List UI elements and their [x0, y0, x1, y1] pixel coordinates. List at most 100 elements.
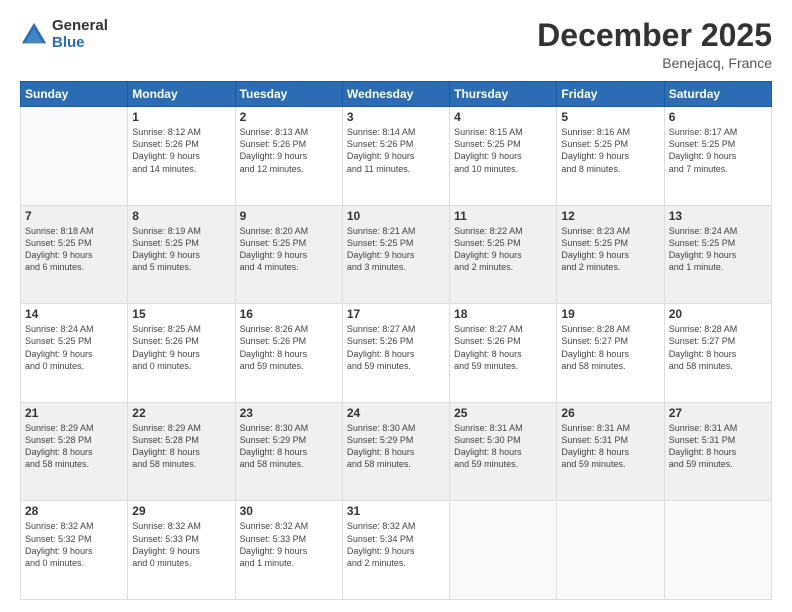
title-area: December 2025 Benejacq, France [537, 18, 772, 71]
daylight-hours: Daylight: 9 hours [454, 150, 552, 162]
header: General Blue December 2025 Benejacq, Fra… [20, 18, 772, 71]
day-info: Sunrise: 8:29 AMSunset: 5:28 PMDaylight:… [25, 422, 123, 471]
day-number: 4 [454, 110, 552, 124]
day-number: 16 [240, 307, 338, 321]
day-number: 18 [454, 307, 552, 321]
day-number: 21 [25, 406, 123, 420]
daylight-hours: Daylight: 9 hours [132, 545, 230, 557]
table-row: 17Sunrise: 8:27 AMSunset: 5:26 PMDayligh… [342, 304, 449, 403]
day-info: Sunrise: 8:27 AMSunset: 5:26 PMDaylight:… [347, 323, 445, 372]
daylight-hours: Daylight: 8 hours [669, 348, 767, 360]
day-info: Sunrise: 8:32 AMSunset: 5:32 PMDaylight:… [25, 520, 123, 569]
table-row: 25Sunrise: 8:31 AMSunset: 5:30 PMDayligh… [450, 402, 557, 501]
sunrise-text: Sunrise: 8:29 AM [25, 422, 123, 434]
sunset-text: Sunset: 5:26 PM [240, 335, 338, 347]
daylight-minutes: and 4 minutes. [240, 261, 338, 273]
day-number: 15 [132, 307, 230, 321]
table-row: 21 Sunrise: 8:29 AMSunset: 5:28 PMDayligh… [21, 402, 128, 501]
table-row: 27Sunrise: 8:31 AMSunset: 5:31 PMDayligh… [664, 402, 771, 501]
sunset-text: Sunset: 5:33 PM [240, 533, 338, 545]
table-row: 20 Sunrise: 8:28 AMSunset: 5:27 PMDayligh… [664, 304, 771, 403]
day-info: Sunrise: 8:28 AMSunset: 5:27 PMDaylight:… [561, 323, 659, 372]
day-info: Sunrise: 8:27 AMSunset: 5:26 PMDaylight:… [454, 323, 552, 372]
table-row: 16Sunrise: 8:26 AMSunset: 5:26 PMDayligh… [235, 304, 342, 403]
table-row: 18 Sunrise: 8:27 AMSunset: 5:26 PMDayligh… [450, 304, 557, 403]
sunset-text: Sunset: 5:33 PM [132, 533, 230, 545]
table-row: 6Sunrise: 8:17 AMSunset: 5:25 PMDaylight… [664, 107, 771, 206]
day-number: 14 [25, 307, 123, 321]
day-number: 20 [669, 307, 767, 321]
day-info: Sunrise: 8:25 AMSunset: 5:26 PMDaylight:… [132, 323, 230, 372]
daylight-minutes: and 7 minutes. [669, 163, 767, 175]
daylight-minutes: and 0 minutes. [132, 360, 230, 372]
sunset-text: Sunset: 5:27 PM [561, 335, 659, 347]
day-info: Sunrise: 8:23 AMSunset: 5:25 PMDaylight:… [561, 225, 659, 274]
day-number: 29 [132, 504, 230, 518]
daylight-minutes: and 58 minutes. [347, 458, 445, 470]
day-info: Sunrise: 8:15 AMSunset: 5:25 PMDaylight:… [454, 126, 552, 175]
day-number: 30 [240, 504, 338, 518]
daylight-minutes: and 10 minutes. [454, 163, 552, 175]
daylight-minutes: and 1 minute. [240, 557, 338, 569]
sunrise-text: Sunrise: 8:31 AM [669, 422, 767, 434]
table-row: 10Sunrise: 8:21 AMSunset: 5:25 PMDayligh… [342, 205, 449, 304]
daylight-hours: Daylight: 9 hours [347, 249, 445, 261]
day-info: Sunrise: 8:24 AMSunset: 5:25 PMDaylight:… [25, 323, 123, 372]
sunrise-text: Sunrise: 8:19 AM [132, 225, 230, 237]
sunrise-text: Sunrise: 8:30 AM [240, 422, 338, 434]
month-title: December 2025 [537, 18, 772, 53]
day-info: Sunrise: 8:12 AMSunset: 5:26 PMDaylight:… [132, 126, 230, 175]
logo-icon [20, 21, 48, 49]
calendar-table: Sunday Monday Tuesday Wednesday Thursday… [20, 81, 772, 600]
table-row: 4 Sunrise: 8:15 AMSunset: 5:25 PMDaylight… [450, 107, 557, 206]
sunset-text: Sunset: 5:26 PM [240, 138, 338, 150]
daylight-hours: Daylight: 8 hours [240, 446, 338, 458]
sunrise-text: Sunrise: 8:13 AM [240, 126, 338, 138]
logo-blue-text: Blue [52, 35, 108, 52]
sunset-text: Sunset: 5:26 PM [132, 138, 230, 150]
daylight-hours: Daylight: 8 hours [669, 446, 767, 458]
sunset-text: Sunset: 5:25 PM [132, 237, 230, 249]
table-row: 7Sunrise: 8:18 AMSunset: 5:25 PMDaylight… [21, 205, 128, 304]
day-info: Sunrise: 8:28 AMSunset: 5:27 PMDaylight:… [669, 323, 767, 372]
sunset-text: Sunset: 5:28 PM [132, 434, 230, 446]
daylight-minutes: and 0 minutes. [25, 360, 123, 372]
daylight-minutes: and 59 minutes. [240, 360, 338, 372]
col-wednesday: Wednesday [342, 82, 449, 107]
table-row [21, 107, 128, 206]
calendar-week-row: 28Sunrise: 8:32 AMSunset: 5:32 PMDayligh… [21, 501, 772, 600]
daylight-hours: Daylight: 9 hours [347, 545, 445, 557]
table-row: 30Sunrise: 8:32 AMSunset: 5:33 PMDayligh… [235, 501, 342, 600]
sunset-text: Sunset: 5:25 PM [669, 237, 767, 249]
daylight-minutes: and 58 minutes. [25, 458, 123, 470]
calendar-week-row: 14 Sunrise: 8:24 AMSunset: 5:25 PMDayligh… [21, 304, 772, 403]
day-info: Sunrise: 8:13 AMSunset: 5:26 PMDaylight:… [240, 126, 338, 175]
day-info: Sunrise: 8:16 AMSunset: 5:25 PMDaylight:… [561, 126, 659, 175]
sunrise-text: Sunrise: 8:25 AM [132, 323, 230, 335]
col-sunday: Sunday [21, 82, 128, 107]
table-row: 11Sunrise: 8:22 AMSunset: 5:25 PMDayligh… [450, 205, 557, 304]
col-monday: Monday [128, 82, 235, 107]
daylight-minutes: and 58 minutes. [240, 458, 338, 470]
sunset-text: Sunset: 5:29 PM [240, 434, 338, 446]
daylight-hours: Daylight: 9 hours [561, 150, 659, 162]
daylight-minutes: and 59 minutes. [561, 458, 659, 470]
col-friday: Friday [557, 82, 664, 107]
day-number: 27 [669, 406, 767, 420]
page: General Blue December 2025 Benejacq, Fra… [0, 0, 792, 612]
daylight-hours: Daylight: 9 hours [25, 249, 123, 261]
sunset-text: Sunset: 5:25 PM [25, 237, 123, 249]
sunrise-text: Sunrise: 8:31 AM [454, 422, 552, 434]
day-number: 5 [561, 110, 659, 124]
daylight-hours: Daylight: 9 hours [25, 545, 123, 557]
day-info: Sunrise: 8:22 AMSunset: 5:25 PMDaylight:… [454, 225, 552, 274]
sunset-text: Sunset: 5:31 PM [561, 434, 659, 446]
daylight-minutes: and 0 minutes. [25, 557, 123, 569]
day-info: Sunrise: 8:17 AMSunset: 5:25 PMDaylight:… [669, 126, 767, 175]
daylight-minutes: and 59 minutes. [454, 458, 552, 470]
sunrise-text: Sunrise: 8:32 AM [132, 520, 230, 532]
sunrise-text: Sunrise: 8:29 AM [132, 422, 230, 434]
day-number: 22 [132, 406, 230, 420]
sunset-text: Sunset: 5:25 PM [347, 237, 445, 249]
daylight-minutes: and 2 minutes. [347, 557, 445, 569]
